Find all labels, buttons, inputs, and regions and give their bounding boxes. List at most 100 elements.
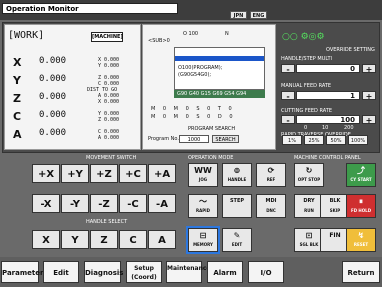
handle-a-button[interactable]: A — [148, 230, 176, 249]
handle-c-button[interactable]: C — [119, 230, 147, 249]
scale-mid: 10 — [322, 125, 329, 131]
rapid-mode-button[interactable]: 〜 RAPID — [188, 194, 218, 218]
program-number-input[interactable]: 1000 — [179, 135, 209, 143]
axis-name: A — [13, 128, 22, 141]
jog-plus-c-button[interactable]: +C — [119, 164, 147, 183]
handle-step-value[interactable]: 0 — [296, 64, 360, 73]
axis-value: 0.000 — [39, 74, 67, 84]
cutting-minus-button[interactable]: - — [281, 115, 295, 125]
axis-value: 0.000 — [39, 92, 67, 102]
setup-coord-button[interactable]: Setup (Coord) — [126, 261, 162, 283]
rapid-icon: 〜 — [199, 197, 207, 206]
modal-status: G90 G40 G15 G69 G54 G94 — [174, 90, 265, 98]
io-button[interactable]: I/O — [248, 261, 284, 283]
memory-mode-button[interactable]: ⊟ MEMORY — [186, 226, 220, 254]
dry-icon: DRY — [303, 198, 315, 204]
axis-value: 0.000 — [39, 56, 67, 66]
operation-section-label: OPERATION MODE — [188, 155, 234, 161]
ref-mode-button[interactable]: ⟳ REF — [256, 163, 286, 187]
jog-minus-y-button[interactable]: -Y — [61, 194, 89, 213]
axis-name: C — [13, 110, 22, 123]
reset-button[interactable]: ↯ RESET — [346, 228, 376, 252]
fin-icon: FIN — [329, 232, 341, 239]
memory-icon: ⊟ — [199, 231, 207, 240]
edit-button[interactable]: Edit — [43, 261, 79, 283]
jog-minus-x-button[interactable]: -X — [32, 194, 60, 213]
axis-sub-value: X 0.000 — [98, 99, 120, 105]
jog-plus-y-button[interactable]: +Y — [61, 164, 89, 183]
program-line: O100(PROGRAM); — [178, 65, 223, 71]
cycle-start-button[interactable]: ⤴ CY START — [346, 163, 376, 187]
work-label: [WORK] — [8, 30, 45, 41]
handle-minus-button[interactable]: - — [281, 64, 295, 74]
opt-stop-button[interactable]: ↻ OPT STOP — [294, 163, 324, 187]
feed-hold-icon: ⏸ — [359, 197, 363, 206]
rapid-25-button[interactable]: 25% — [304, 135, 324, 145]
jog-icon: WW — [194, 166, 212, 175]
axis-row-x: X 0.000 X 0.000 Y 0.000 — [5, 56, 142, 70]
work-coordinates-panel: [WORK] [MACHINE] X 0.000 X 0.000 Y 0.000… — [4, 24, 141, 150]
mdi-mode-button[interactable]: MDI DNC — [256, 194, 286, 218]
handle-mode-button[interactable]: ⊚ HANDLE — [222, 163, 252, 187]
rapid-50-button[interactable]: 50% — [326, 135, 346, 145]
axis-value: 0.000 — [39, 110, 67, 120]
axis-name: Z — [13, 92, 21, 105]
program-line: (G90G54G0); — [178, 72, 212, 78]
maintenance-button[interactable]: Maintenance — [166, 261, 211, 283]
feed-hold-button[interactable]: ⏸ FD HOLD — [346, 194, 376, 218]
jog-mode-button[interactable]: WW JOG — [188, 163, 218, 187]
manual-plus-button[interactable]: + — [362, 91, 376, 101]
jog-plus-a-button[interactable]: +A — [148, 164, 176, 183]
alarm-button[interactable]: Alarm — [207, 261, 243, 283]
diagnosis-button[interactable]: Diagnosis — [84, 261, 123, 283]
return-button[interactable]: Return — [342, 261, 380, 283]
program-search-button[interactable]: SEARCH — [212, 135, 239, 143]
parameter-button[interactable]: Parameter — [1, 261, 43, 283]
handle-plus-button[interactable]: + — [362, 64, 376, 74]
program-listing: O100(PROGRAM); (G90G54G0); — [174, 47, 265, 90]
axis-row-y: Y 0.000 Z 0.000 C 0.000 — [5, 74, 142, 88]
header-bar: Operation Monitor JPN ENG — [0, 0, 382, 20]
rapid-100-button[interactable]: 100% — [348, 135, 368, 145]
block-skip-icon: BLK — [329, 198, 341, 204]
step-mode-button[interactable]: STEP — [222, 194, 252, 218]
manual-minus-button[interactable]: - — [281, 91, 295, 101]
axis-sub-value: A 0.000 — [98, 135, 120, 141]
language-jpn-button[interactable]: JPN — [230, 11, 247, 19]
reset-icon: ↯ — [357, 231, 365, 240]
axis-value: 0.000 — [39, 128, 67, 138]
axis-row-z: Z 0.000 DIST TO GO A 0.000 X 0.000 — [5, 87, 142, 106]
mdi-icon: MDI — [265, 198, 277, 204]
program-info-panel: <SUB>0 O 100 N O100(PROGRAM); (G90G54G0)… — [142, 24, 276, 150]
handle-z-button[interactable]: Z — [90, 230, 118, 249]
axis-name: Y — [13, 74, 21, 87]
cutting-feed-label: CUTTING FEED RATE — [281, 108, 333, 114]
scale-max: 200 — [344, 125, 354, 131]
axis-name: X — [13, 56, 22, 69]
signal-icon: ○○ — [282, 32, 298, 42]
step-icon: STEP — [229, 198, 245, 204]
jog-plus-x-button[interactable]: +X — [32, 164, 60, 183]
feed-row-1: M 0 M 0 S 0 T 0 — [151, 106, 235, 112]
edit-mode-button[interactable]: ✎ EDIT — [222, 228, 252, 252]
handle-section-label: HANDLE SELECT — [86, 219, 128, 225]
jog-minus-a-button[interactable]: -A — [148, 194, 176, 213]
program-n-number: N — [225, 31, 229, 37]
language-eng-button[interactable]: ENG — [250, 11, 267, 19]
single-block-icon: ⊡ — [305, 231, 313, 240]
rapid-1-button[interactable]: 1% — [282, 135, 302, 145]
handle-y-button[interactable]: Y — [61, 230, 89, 249]
cutting-plus-button[interactable]: + — [362, 115, 376, 125]
jog-minus-c-button[interactable]: -C — [119, 194, 147, 213]
edit-icon: ✎ — [233, 231, 241, 240]
manual-feed-value[interactable]: 1 — [296, 91, 360, 100]
manual-feed-label: MANUAL FEED RATE — [281, 83, 332, 89]
handle-x-button[interactable]: X — [32, 230, 60, 249]
cutting-feed-value[interactable]: 100 — [296, 115, 360, 124]
handle-step-label: HANDLE/STEP MULTI — [281, 56, 332, 62]
jog-minus-z-button[interactable]: -Z — [90, 194, 118, 213]
axis-sub-value: Y 0.000 — [98, 63, 120, 69]
jog-plus-z-button[interactable]: +Z — [90, 164, 118, 183]
page-title: Operation Monitor — [2, 3, 178, 14]
override-settings-panel: ○○ ⚙◎⚙ OVERRIDE SETTING HANDLE/STEP MULT… — [278, 24, 379, 150]
